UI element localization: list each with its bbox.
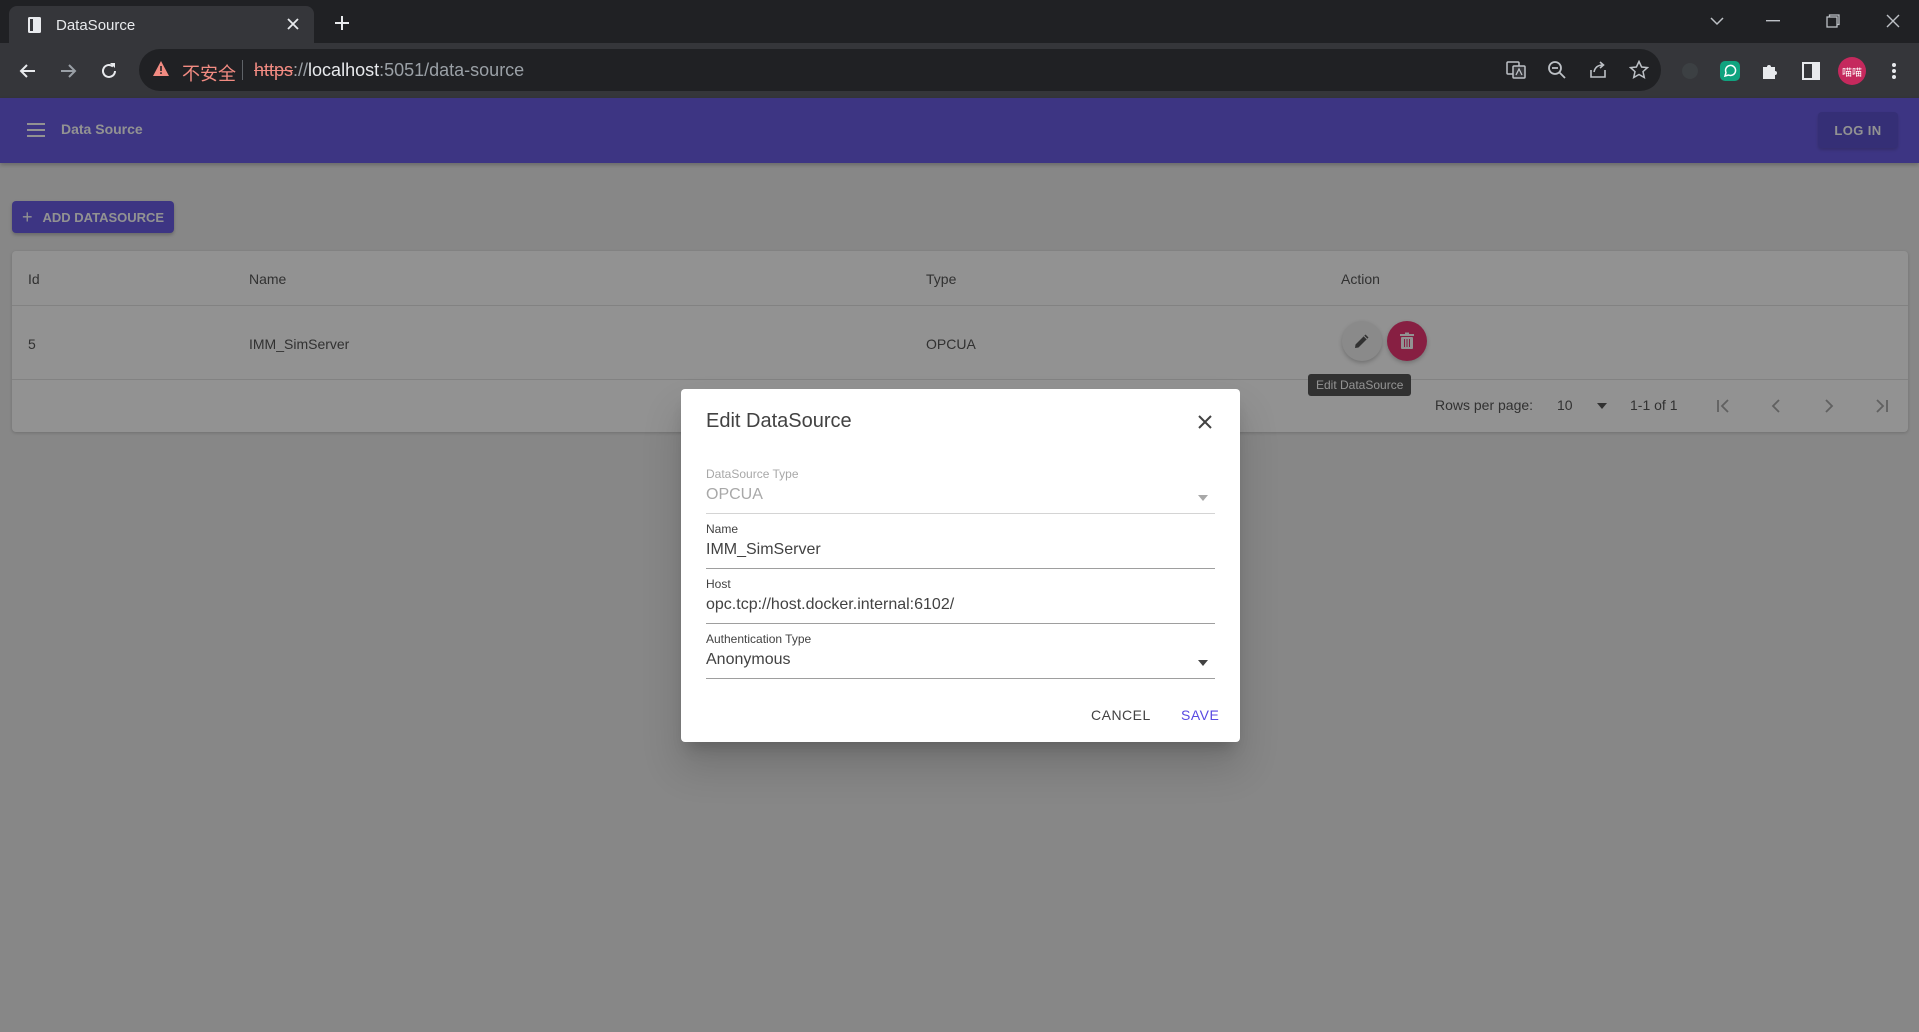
extension-icon[interactable] [1676,57,1704,85]
minimize-icon[interactable] [1758,7,1788,35]
sidebar-icon[interactable] [1797,57,1825,85]
cancel-button[interactable]: CANCEL [1091,707,1151,723]
address-divider [242,60,243,80]
star-icon[interactable] [1627,58,1651,82]
reload-icon[interactable] [93,55,125,87]
name-value[interactable]: IMM_SimServer [706,541,821,559]
chevron-down-icon [1197,491,1209,509]
tab-title: DataSource [56,17,136,34]
name-label: Name [706,522,739,536]
browser-tab-strip: DataSource [0,0,1919,43]
window-close-icon[interactable] [1878,7,1908,35]
browser-tab[interactable]: DataSource [9,6,314,43]
puzzle-icon[interactable] [1756,57,1784,85]
save-button[interactable]: SAVE [1181,707,1219,723]
edit-datasource-dialog: Edit DataSource DataSource Type OPCUA Na… [681,389,1240,742]
tab-search-chevron-down-icon[interactable] [1702,7,1732,35]
address-bar[interactable]: 不安全 https://localhost:5051/data-source [139,49,1661,91]
back-arrow-icon[interactable] [12,55,44,87]
dialog-title: Edit DataSource [706,410,852,432]
field-underline [706,678,1215,679]
restore-icon[interactable] [1818,7,1848,35]
tab-close-icon[interactable] [282,13,304,35]
profile-label: 喵喵 [1842,68,1862,79]
dialog-close-icon[interactable] [1192,409,1218,435]
field-underline [706,623,1215,624]
translate-icon[interactable] [1504,58,1528,82]
profile-avatar[interactable]: 喵喵 [1838,57,1866,85]
tab-favicon-icon [26,16,44,34]
url-separator: :// [293,60,309,80]
field-underline [706,513,1215,514]
security-status-label[interactable]: 不安全 [182,60,236,86]
zoom-icon[interactable] [1545,58,1569,82]
browser-toolbar: 不安全 https://localhost:5051/data-source 喵… [0,43,1919,98]
datasource-type-value: OPCUA [706,486,763,503]
authentication-type-label: Authentication Type [706,632,812,646]
authentication-type-value[interactable]: Anonymous [706,651,791,669]
host-label: Host [706,577,731,591]
datasource-type-label: DataSource Type [706,467,799,481]
field-underline [706,568,1215,569]
chevron-down-icon[interactable] [1197,656,1209,674]
forward-arrow-icon[interactable] [52,55,84,87]
new-tab-plus-icon[interactable] [328,9,356,37]
url-path: :5051/data-source [379,60,525,80]
url-host: localhost [308,60,380,80]
host-value[interactable]: opc.tcp://host.docker.internal:6102/ [706,596,954,614]
url-scheme: https [254,60,294,80]
kebab-menu-icon[interactable] [1880,57,1908,85]
chat-extension-icon[interactable] [1716,57,1744,85]
warning-icon[interactable] [152,60,170,82]
share-icon[interactable] [1586,58,1610,82]
url-text[interactable]: https://localhost:5051/data-source [254,60,524,81]
